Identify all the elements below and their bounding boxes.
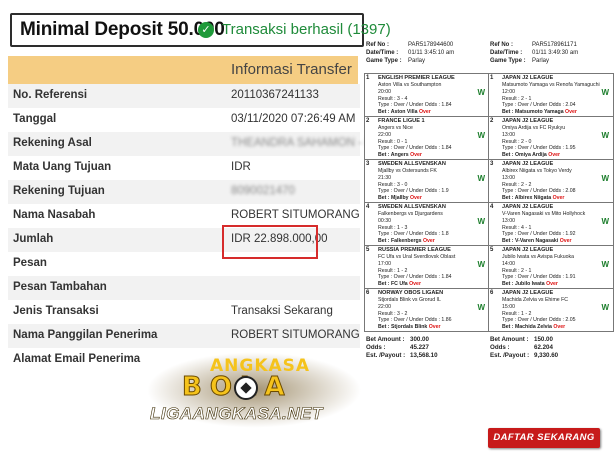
bet-number: 5 — [490, 247, 494, 253]
bet-entry: 3 JAPAN J2 LEAGUE Albirex Niigata vs Tokyo… — [488, 159, 614, 203]
ticket-meta: Ref No : PAR5178961171 Date/Time :01/11 3… — [488, 40, 614, 74]
row-label: Mata Uang Tujuan — [13, 161, 112, 173]
row-value: 03/11/2020 07:26:49 AM — [231, 113, 356, 125]
bet-entry: 3 SWEDEN ALLSVENSKAN Mjallby vs Ostersunds… — [364, 159, 490, 203]
row-recipient-nickname: Nama Panggilan Penerima ROBERT SITUMORAN… — [8, 324, 360, 348]
ticket-meta: Ref No : PAR5178944600 Date/Time :01/11 3… — [364, 40, 490, 74]
bet-details: FC Ufa vs Ural Sverdlovsk Oblast 17:00 Res… — [378, 254, 456, 288]
win-mark: W — [477, 88, 485, 97]
bet-number: 2 — [366, 118, 370, 124]
win-mark: W — [601, 174, 609, 183]
bet-entry: 4 JAPAN J2 LEAGUE V-Varen Nagasaki vs Mito… — [488, 202, 614, 246]
bet-entry: 5 JAPAN J2 LEAGUE Jubilo Iwata vs Avispa F… — [488, 245, 614, 289]
row-value: ROBERT SITUMORANG — [231, 209, 360, 221]
row-label: Pesan — [13, 257, 47, 269]
bet-entry: 6 NORWAY OBOS LIGAEN Stjordals Blink vs Gr… — [364, 288, 490, 332]
win-mark: W — [601, 303, 609, 312]
bet-ticket-2: Ref No : PAR5178961171 Date/Time :01/11 3… — [488, 40, 614, 370]
bet-entry: 4 SWEDEN ALLSVENSKAN Falkenbergs vs Djurga… — [364, 202, 490, 246]
bet-entry: 5 RUSSIA PREMIER LEAGUE FC Ufa vs Ural Sve… — [364, 245, 490, 289]
date-line: Date/Time :01/11 3:45:10 am — [366, 50, 455, 56]
row-label: Rekening Asal — [13, 137, 92, 149]
win-mark: W — [477, 217, 485, 226]
row-label: No. Referensi — [13, 89, 88, 101]
bet-ticket-1: Ref No : PAR5178944600 Date/Time :01/11 3… — [364, 40, 490, 370]
transfer-info-heading: Informasi Transfer — [231, 61, 352, 78]
bet-entry: 2 JAPAN J2 LEAGUE Omiya Ardija vs FC Ryuky… — [488, 116, 614, 160]
row-extra-message: Pesan Tambahan — [8, 276, 360, 300]
row-target-account: Rekening Tujuan 8090021470 — [8, 180, 360, 204]
bet-details: Stjordals Blink vs Grorud IL 22:00 Result … — [378, 297, 452, 331]
win-mark: W — [601, 260, 609, 269]
bet-details: Albirex Niigata vs Tokyo Verdy 13:00 Resul… — [502, 168, 576, 202]
row-value: 20110367241133 — [231, 89, 319, 101]
bet-number: 3 — [366, 161, 370, 167]
bet-details: Angers vs Nice 22:00 Result : 0 - 1 Type : … — [378, 125, 452, 159]
row-label: Pesan Tambahan — [13, 281, 107, 293]
register-now-button[interactable]: DAFTAR SEKARANG — [488, 428, 600, 448]
win-mark: W — [477, 131, 485, 140]
bet-entry: 2 FRANCE LIGUE 1 Angers vs Nice 22:00 Result… — [364, 116, 490, 160]
check-circle-icon: ✓ — [198, 22, 214, 38]
bet-number: 4 — [490, 204, 494, 210]
bet-number: 4 — [366, 204, 370, 210]
win-mark: W — [477, 303, 485, 312]
amount-highlight-box — [222, 225, 318, 259]
bet-details: Falkenbergs vs Djurgardens 00:30 Result : … — [378, 211, 449, 245]
row-value: ROBERT SITUMORANG — [231, 329, 360, 341]
bet-details: V-Varen Nagasaki vs Mito Hollyhock 13:00 R… — [502, 211, 586, 245]
transfer-info-header: Informasi Transfer — [8, 56, 358, 84]
ref-line: Ref No : PAR5178944600 — [366, 42, 454, 48]
row-reference: No. Referensi 20110367241133 — [8, 84, 360, 108]
bet-details: Aston Villa vs Southampton 20:00 Result : … — [378, 82, 452, 116]
transaction-status: Transaksi berhasil (1397) — [222, 21, 391, 38]
win-mark: W — [601, 131, 609, 140]
bet-number: 1 — [366, 75, 370, 81]
bet-entry: 1 ENGLISH PREMIER LEAGUE Aston Villa vs So… — [364, 73, 490, 117]
bet-number: 6 — [490, 290, 494, 296]
bet-details: Matsumoto Yamaga vs Renofa Yamaguchi 12:0… — [502, 82, 600, 116]
row-label: Jenis Transaksi — [13, 305, 99, 317]
ref-line: Ref No : PAR5178961171 — [490, 42, 577, 48]
win-mark: W — [477, 260, 485, 269]
bet-details: Machida Zelvia vs Ehime FC 15:00 Result : … — [502, 297, 576, 331]
soccer-ball-icon — [234, 376, 258, 400]
bet-entry: 1 JAPAN J2 LEAGUE Matsumoto Yamaga vs Reno… — [488, 73, 614, 117]
brand-logo: ANGKASA BOLA LIGAANGKASA.NET — [146, 352, 362, 428]
row-label: Jumlah — [13, 233, 54, 245]
win-mark: W — [601, 88, 609, 97]
row-label: Rekening Tujuan — [13, 185, 105, 197]
type-line: Game Type : Parlay — [366, 58, 426, 64]
date-line: Date/Time :01/11 3:49:30 am — [490, 50, 579, 56]
bet-number: 3 — [490, 161, 494, 167]
win-mark: W — [601, 217, 609, 226]
bet-details: Mjallby vs Ostersunds FK 21:30 Result : 3 … — [378, 168, 449, 202]
row-value: IDR — [231, 161, 251, 173]
ticket-footer: Bet Amount :300.00 Odds :45.227 Est. /Pa… — [366, 336, 438, 359]
page-title: Minimal Deposit 50.000 — [20, 19, 225, 40]
bet-details: Omiya Ardija vs FC Ryukyu 13:00 Result : 2… — [502, 125, 576, 159]
row-label: Tanggal — [13, 113, 57, 125]
row-value-redacted: 8090021470 — [231, 185, 295, 197]
logo-url: LIGAANGKASA.NET — [150, 404, 323, 424]
row-value: Transaksi Sekarang — [231, 305, 333, 317]
ticket-footer: Bet Amount :150.00 Odds :62.204 Est. /Pa… — [490, 336, 559, 359]
bet-details: Jubilo Iwata vs Avispa Fukuoka 14:00 Resul… — [502, 254, 576, 288]
bet-number: 6 — [366, 290, 370, 296]
row-source-account: Rekening Asal THEANDRA SAHAMON - 8961 — [8, 132, 391, 156]
row-label: Nama Nasabah — [13, 209, 96, 221]
row-transaction-type: Jenis Transaksi Transaksi Sekarang — [8, 300, 360, 324]
row-currency: Mata Uang Tujuan IDR — [8, 156, 360, 180]
row-date: Tanggal 03/11/2020 07:26:49 AM — [8, 108, 360, 132]
bet-number: 2 — [490, 118, 494, 124]
row-label: Nama Panggilan Penerima — [13, 329, 158, 341]
win-mark: W — [477, 174, 485, 183]
bet-number: 5 — [366, 247, 370, 253]
bet-entry: 6 JAPAN J2 LEAGUE Machida Zelvia vs Ehime … — [488, 288, 614, 332]
type-line: Game Type : Parlay — [490, 58, 550, 64]
row-label: Alamat Email Penerima — [13, 353, 141, 365]
bet-number: 1 — [490, 75, 494, 81]
